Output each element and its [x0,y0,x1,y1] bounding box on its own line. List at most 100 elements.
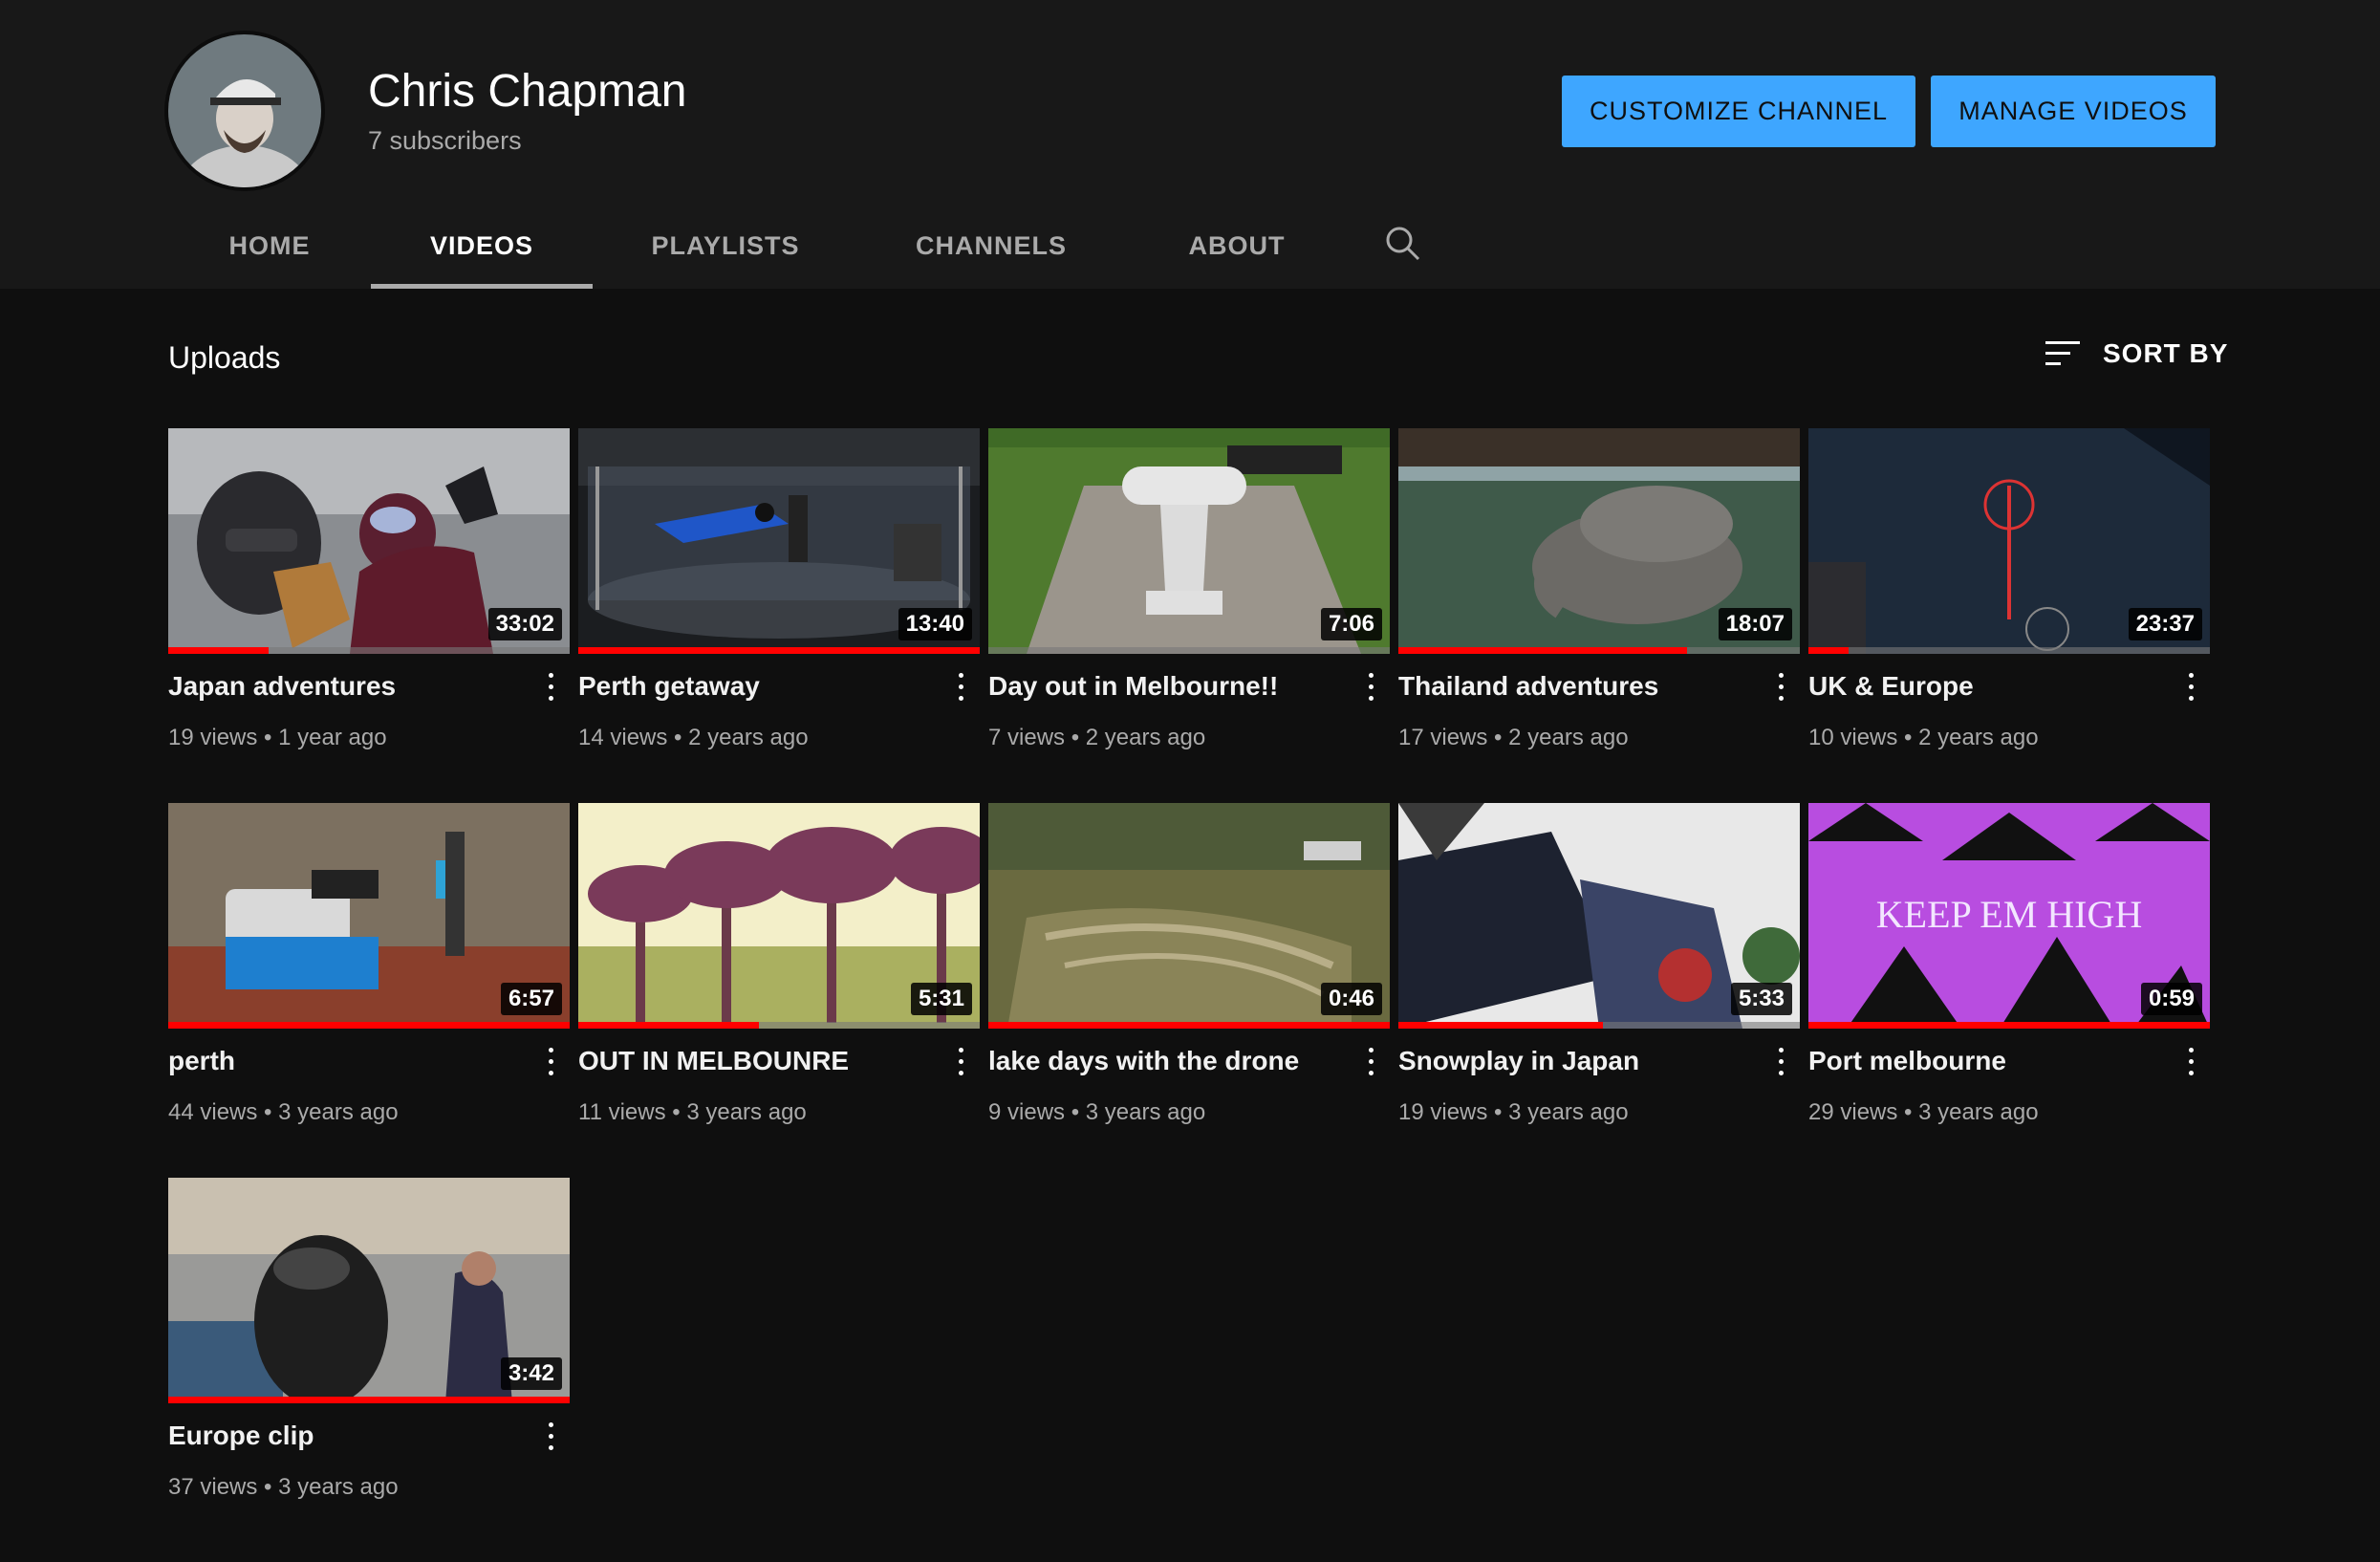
channel-avatar[interactable] [168,34,321,187]
video-card[interactable]: 3:42 Europe clip 37 views • 3 years ago [168,1178,570,1500]
view-count: 7 views [988,725,1066,750]
video-thumbnail[interactable]: 33:02 [168,428,570,654]
tab-home[interactable]: HOME [168,220,371,289]
more-options-icon[interactable] [1771,1046,1790,1080]
video-card[interactable]: 5:33 Snowplay in Japan 19 views • 3 year… [1398,803,1800,1125]
video-title[interactable]: Perth getaway [578,671,760,702]
tab-channels[interactable]: CHANNELS [858,220,1124,289]
tab-videos[interactable]: VIDEOS [371,220,593,289]
video-card[interactable]: 0:46 lake days with the drone 9 views • … [988,803,1390,1125]
video-duration: 0:46 [1320,983,1382,1015]
video-title[interactable]: lake days with the drone [988,1046,1299,1076]
avatar-photo-icon [168,34,321,187]
channel-search-button[interactable] [1350,220,1455,289]
video-card[interactable]: 7:06 Day out in Melbourne!! 7 views • 2 … [988,428,1390,750]
video-thumbnail[interactable]: KEEP EM HIGH 0:59 [1808,803,2210,1029]
video-title[interactable]: UK & Europe [1808,671,1974,702]
more-options-icon[interactable] [951,671,970,705]
video-thumbnail[interactable]: 3:42 [168,1178,570,1403]
video-title[interactable]: Europe clip [168,1421,314,1451]
video-thumbnail[interactable]: 5:31 [578,803,980,1029]
more-options-icon[interactable] [1361,1046,1380,1080]
progress-track [1808,1022,2210,1029]
progress-track [988,1022,1390,1029]
video-thumbnail[interactable]: 23:37 [1808,428,2210,654]
video-meta: 19 views • 1 year ago [168,725,387,750]
view-count: 29 views [1808,1099,1898,1125]
upload-age: 2 years ago [1918,725,2039,750]
video-meta: 11 views • 3 years ago [578,1099,807,1125]
video-thumbnail[interactable]: 0:46 [988,803,1390,1029]
progress-track [1398,647,1800,654]
watch-progress [988,1022,1390,1029]
video-card[interactable]: KEEP EM HIGH 0:59 Port melbourne 29 view… [1808,803,2210,1125]
more-options-icon[interactable] [1361,671,1380,705]
video-card[interactable]: 23:37 UK & Europe 10 views • 2 years ago [1808,428,2210,750]
video-thumbnail[interactable]: 5:33 [1398,803,1800,1029]
view-count: 44 views [168,1099,258,1125]
upload-age: 2 years ago [1085,725,1206,750]
video-thumbnail[interactable]: 6:57 [168,803,570,1029]
video-meta: 7 views • 2 years ago [988,725,1206,750]
progress-track [988,647,1390,654]
tab-about[interactable]: ABOUT [1124,220,1350,289]
video-duration: 3:42 [500,1357,562,1390]
channel-tabs: HOME VIDEOS PLAYLISTS CHANNELS ABOUT [168,220,1455,289]
watch-progress [168,647,269,654]
more-options-icon[interactable] [951,1046,970,1080]
video-title[interactable]: Japan adventures [168,671,396,702]
customize-channel-button[interactable]: CUSTOMIZE CHANNEL [1562,76,1915,147]
video-title[interactable]: Thailand adventures [1398,671,1658,702]
progress-track [168,1397,570,1403]
video-title[interactable]: Day out in Melbourne!! [988,671,1278,702]
sort-by-button[interactable]: SORT BY [2044,338,2228,369]
video-meta: 14 views • 2 years ago [578,725,809,750]
more-options-icon[interactable] [541,1046,560,1080]
video-title[interactable]: Port melbourne [1808,1046,2006,1076]
video-duration: 7:06 [1320,608,1382,640]
more-options-icon[interactable] [2181,671,2200,705]
more-options-icon[interactable] [1771,671,1790,705]
video-card[interactable]: 13:40 Perth getaway 14 views • 2 years a… [578,428,980,750]
video-card[interactable]: 33:02 Japan adventures 19 views • 1 year… [168,428,570,750]
upload-age: 1 year ago [278,725,387,750]
progress-track [578,1022,980,1029]
video-duration: 23:37 [2128,608,2202,640]
video-duration: 0:59 [2140,983,2202,1015]
video-title[interactable]: perth [168,1046,235,1076]
watch-progress [1398,647,1688,654]
video-card[interactable]: 6:57 perth 44 views • 3 years ago [168,803,570,1125]
watch-progress [1808,1022,2210,1029]
channel-name: Chris Chapman [368,66,687,117]
more-options-icon[interactable] [541,1421,560,1455]
progress-track [1398,1022,1800,1029]
subscriber-count: 7 subscribers [368,126,522,155]
video-title[interactable]: Snowplay in Japan [1398,1046,1639,1076]
video-meta: 17 views • 2 years ago [1398,725,1629,750]
video-thumbnail[interactable]: 7:06 [988,428,1390,654]
tab-playlists[interactable]: PLAYLISTS [593,220,858,289]
watch-progress [578,647,980,654]
view-count: 19 views [168,725,258,750]
watch-progress [578,1022,759,1029]
channel-header: Chris Chapman 7 subscribers CUSTOMIZE CH… [0,0,2380,289]
video-thumbnail[interactable]: 13:40 [578,428,980,654]
video-meta: 10 views • 2 years ago [1808,725,2039,750]
video-duration: 33:02 [487,608,562,640]
video-meta: 29 views • 3 years ago [1808,1099,2039,1125]
video-card[interactable]: 5:31 OUT IN MELBOUNRE 11 views • 3 years… [578,803,980,1125]
view-count: 19 views [1398,1099,1488,1125]
section-title: Uploads [168,340,281,375]
view-count: 17 views [1398,725,1488,750]
manage-videos-button[interactable]: MANAGE VIDEOS [1931,76,2216,147]
video-meta: 9 views • 3 years ago [988,1099,1206,1125]
watch-progress [1808,647,1849,654]
video-duration: 18:07 [1718,608,1792,640]
view-count: 9 views [988,1099,1066,1125]
video-title[interactable]: OUT IN MELBOUNRE [578,1046,849,1076]
video-duration: 6:57 [500,983,562,1015]
more-options-icon[interactable] [2181,1046,2200,1080]
video-card[interactable]: 18:07 Thailand adventures 17 views • 2 y… [1398,428,1800,750]
video-thumbnail[interactable]: 18:07 [1398,428,1800,654]
more-options-icon[interactable] [541,671,560,705]
